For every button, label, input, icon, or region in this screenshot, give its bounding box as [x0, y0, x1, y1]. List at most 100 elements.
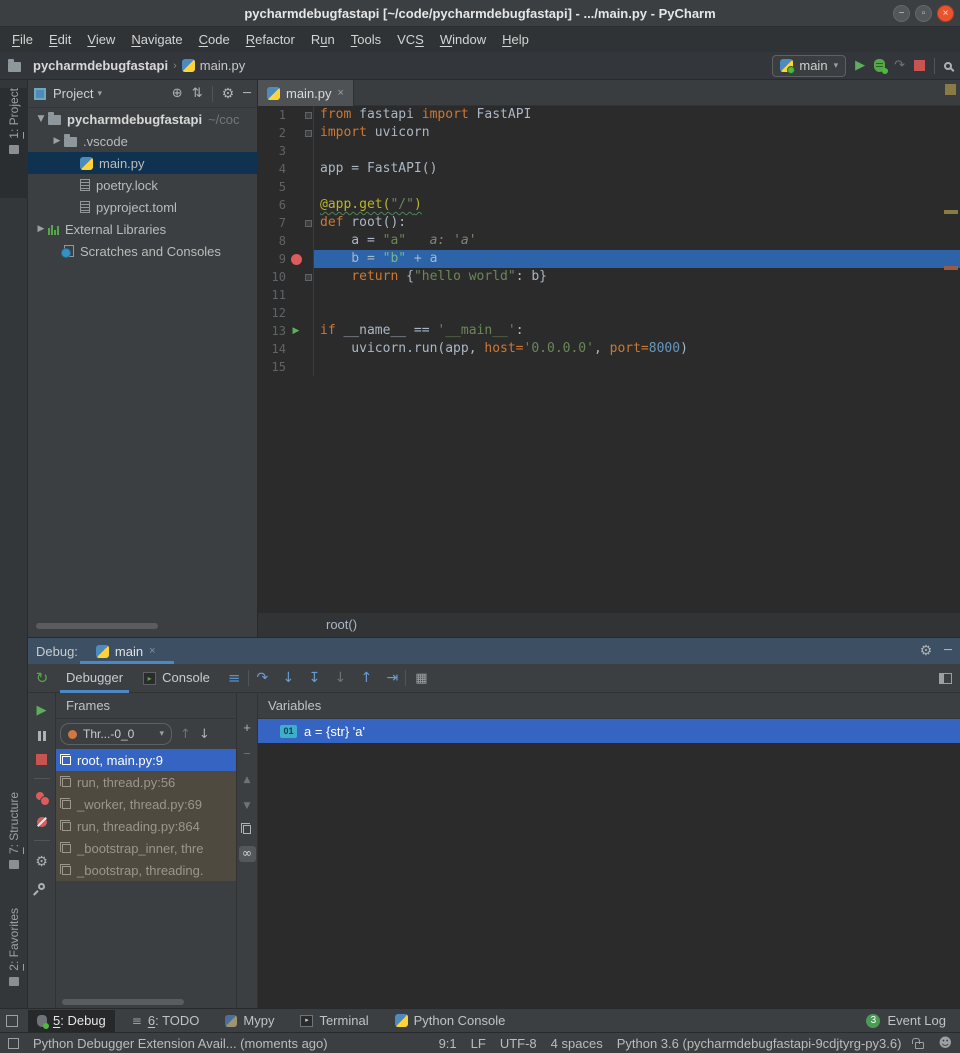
code-line-8[interactable]: 8 a = "a" a: 'a' — [258, 232, 960, 250]
run-to-cursor-icon[interactable]: ⇥ — [379, 670, 405, 686]
code-line-15[interactable]: 15 — [258, 358, 960, 376]
code-line-1[interactable]: 1from fastapi import FastAPI — [258, 106, 960, 124]
frame-_bootstrap_inner[interactable]: _bootstrap_inner, thre — [56, 837, 236, 859]
frame-run[interactable]: run, thread.py:56 — [56, 771, 236, 793]
bottom-tab--todo[interactable]: ≡6: TODO — [123, 1010, 209, 1032]
tab-console[interactable]: ▸ Console — [133, 664, 220, 693]
rerun-icon[interactable]: ↷ — [894, 58, 905, 73]
code-line-10[interactable]: 10 return {"hello world": b} — [258, 268, 960, 286]
stop-icon[interactable] — [36, 754, 47, 765]
horizontal-scrollbar[interactable] — [62, 999, 184, 1005]
lock-icon[interactable] — [915, 1042, 924, 1049]
variable-row[interactable]: 01a = {str} 'a' — [258, 719, 960, 743]
rerun-debug-icon[interactable]: ↻ — [28, 669, 56, 687]
code-line-6[interactable]: 6@app.get("/") — [258, 196, 960, 214]
tree-item--vscode[interactable]: ▶.vscode — [28, 130, 257, 152]
stripe-tab-project[interactable]: 1: Project — [0, 88, 28, 198]
remove-watch-icon[interactable]: − — [243, 747, 251, 761]
breadcrumb-file[interactable]: main.py — [200, 58, 246, 73]
code-line-3[interactable]: 3 — [258, 142, 960, 160]
chevron-down-icon[interactable]: ▾ — [97, 89, 102, 99]
evaluate-expression-icon[interactable]: ▦ — [406, 671, 436, 686]
file-encoding[interactable]: UTF-8 — [500, 1036, 537, 1051]
caret-position[interactable]: 9:1 — [439, 1036, 457, 1051]
status-message[interactable]: Python Debugger Extension Avail... (mome… — [33, 1036, 328, 1051]
move-down-icon[interactable]: ▼ — [244, 799, 251, 813]
code-line-7[interactable]: 7def root(): — [258, 214, 960, 232]
bottom-tab-mypy[interactable]: Mypy — [216, 1010, 283, 1032]
menu-item-refactor[interactable]: Refactor — [238, 27, 303, 52]
frame-run[interactable]: run, threading.py:864 — [56, 815, 236, 837]
gear-icon[interactable]: ⚙ — [222, 86, 235, 102]
horizontal-scrollbar[interactable] — [36, 623, 158, 629]
python-interpreter[interactable]: Python 3.6 (pycharmdebugfastapi-9cdjtyrg… — [617, 1036, 902, 1051]
duplicate-watch-icon[interactable] — [243, 825, 251, 834]
inspection-indicator[interactable] — [945, 84, 956, 95]
step-over-icon[interactable]: ↷ — [249, 670, 275, 686]
debug-button[interactable] — [874, 59, 885, 72]
code-line-11[interactable]: 11 — [258, 286, 960, 304]
bottom-tab--debug[interactable]: 5: Debug — [28, 1010, 115, 1032]
step-into-my-code-icon[interactable]: ↧ — [301, 670, 327, 686]
tree-item-main-py[interactable]: ▶main.py — [28, 152, 257, 174]
run-button[interactable]: ▶ — [855, 58, 865, 73]
line-separator[interactable]: LF — [471, 1036, 486, 1051]
tree-item-poetry-lock[interactable]: ▶poetry.lock — [28, 174, 257, 196]
code-line-4[interactable]: 4app = FastAPI() — [258, 160, 960, 178]
bottom-tab-terminal[interactable]: ▸Terminal — [291, 1010, 377, 1032]
bottom-tab-python-console[interactable]: Python Console — [386, 1010, 515, 1032]
collapse-all-icon[interactable]: ⇅ — [192, 86, 203, 101]
search-everywhere-icon[interactable] — [944, 62, 952, 70]
menu-item-tools[interactable]: Tools — [343, 27, 389, 52]
menu-item-code[interactable]: Code — [191, 27, 238, 52]
code-editor[interactable]: 1from fastapi import FastAPI2import uvic… — [258, 106, 960, 612]
show-watches-toggle[interactable]: ∞ — [239, 846, 256, 862]
mute-breakpoints-icon[interactable] — [37, 817, 47, 827]
event-log-button[interactable]: 3 Event Log — [866, 1013, 956, 1028]
fold-marker-icon[interactable] — [305, 112, 312, 119]
tool-window-toggle-icon[interactable] — [8, 1038, 19, 1049]
stripe-tab-structure[interactable]: 7: Structure — [0, 792, 28, 900]
step-out-icon[interactable]: ↑ — [353, 670, 379, 686]
close-tab-icon[interactable]: × — [338, 87, 344, 99]
warning-stripe-mark[interactable] — [944, 210, 958, 214]
project-view-title[interactable]: Project — [53, 86, 93, 101]
tab-debugger[interactable]: Debugger — [56, 664, 133, 693]
indent-setting[interactable]: 4 spaces — [551, 1036, 603, 1051]
chevron-right-icon[interactable]: ▶ — [50, 136, 64, 146]
hide-panel-icon[interactable]: ─ — [243, 86, 251, 101]
fold-marker-icon[interactable] — [305, 274, 312, 281]
run-configuration-select[interactable]: main ▾ — [772, 55, 846, 77]
chevron-down-icon[interactable]: ▼ — [34, 114, 48, 124]
maximize-button[interactable]: ▫ — [915, 5, 932, 22]
restore-layout-icon[interactable] — [939, 673, 952, 684]
breadcrumb-project[interactable]: pycharmdebugfastapi — [33, 58, 168, 73]
stop-button[interactable] — [914, 60, 925, 71]
stripe-tab-favorites[interactable]: 2: Favorites — [0, 908, 28, 1013]
menu-item-edit[interactable]: Edit — [41, 27, 79, 52]
settings-gear-icon[interactable]: ⚙ — [35, 854, 48, 870]
thread-selector[interactable]: Thr...-0_0 ▾ — [60, 723, 172, 745]
frame-root[interactable]: root, main.py:9 — [56, 749, 236, 771]
layout-options-icon[interactable]: ≡ — [228, 669, 241, 687]
gear-icon[interactable]: ⚙ — [920, 643, 933, 659]
breakpoint-stripe-mark[interactable] — [944, 266, 958, 270]
frame-_bootstrap[interactable]: _bootstrap, threading. — [56, 859, 236, 881]
editor-breadcrumbs[interactable]: root() — [258, 612, 960, 637]
tree-item-scratches-and-consoles[interactable]: ▶Scratches and Consoles — [28, 240, 257, 262]
menu-item-run[interactable]: Run — [303, 27, 343, 52]
force-step-into-icon[interactable]: ↓ — [327, 670, 353, 686]
menu-item-help[interactable]: Help — [494, 27, 537, 52]
pin-tab-icon[interactable] — [37, 882, 47, 892]
menu-item-view[interactable]: View — [79, 27, 123, 52]
tool-window-switcher-icon[interactable] — [6, 1015, 18, 1027]
fold-marker-icon[interactable] — [305, 220, 312, 227]
tree-item-pyproject-toml[interactable]: ▶pyproject.toml — [28, 196, 257, 218]
frame-_worker[interactable]: _worker, thread.py:69 — [56, 793, 236, 815]
menu-item-navigate[interactable]: Navigate — [123, 27, 190, 52]
step-into-icon[interactable]: ↓ — [275, 670, 301, 686]
chevron-right-icon[interactable]: ▶ — [34, 224, 48, 234]
fold-marker-icon[interactable] — [305, 130, 312, 137]
code-line-2[interactable]: 2import uvicorn — [258, 124, 960, 142]
view-breakpoints-icon[interactable] — [36, 792, 48, 804]
